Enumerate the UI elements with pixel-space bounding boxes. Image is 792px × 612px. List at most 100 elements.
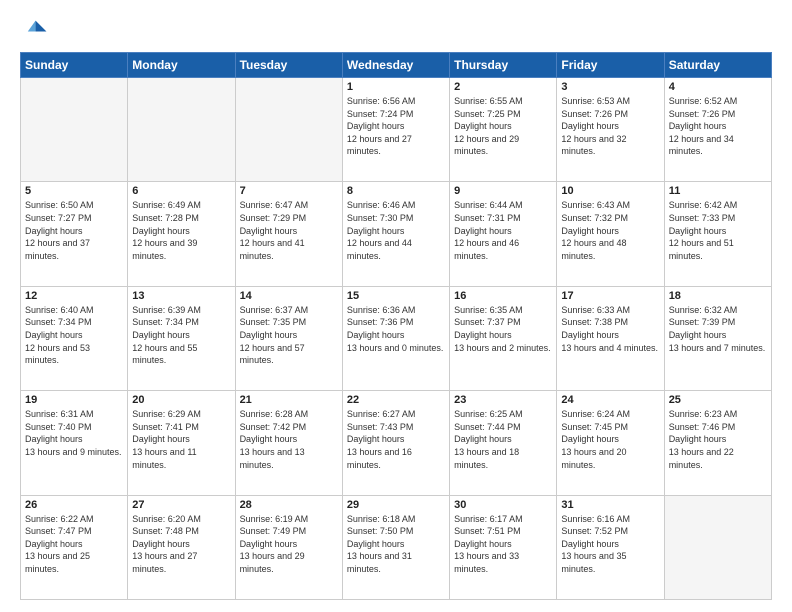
day-cell: 5 Sunrise: 6:50 AMSunset: 7:27 PMDayligh… bbox=[21, 182, 128, 286]
day-info: Sunrise: 6:56 AMSunset: 7:24 PMDaylight … bbox=[347, 95, 445, 158]
day-number: 19 bbox=[25, 394, 123, 406]
day-cell: 14 Sunrise: 6:37 AMSunset: 7:35 PMDaylig… bbox=[235, 286, 342, 390]
day-info: Sunrise: 6:28 AMSunset: 7:42 PMDaylight … bbox=[240, 408, 338, 471]
day-number: 9 bbox=[454, 185, 552, 197]
day-cell: 16 Sunrise: 6:35 AMSunset: 7:37 PMDaylig… bbox=[450, 286, 557, 390]
day-cell: 26 Sunrise: 6:22 AMSunset: 7:47 PMDaylig… bbox=[21, 495, 128, 599]
day-number: 24 bbox=[561, 394, 659, 406]
day-cell bbox=[235, 78, 342, 182]
day-info: Sunrise: 6:16 AMSunset: 7:52 PMDaylight … bbox=[561, 513, 659, 576]
day-number: 15 bbox=[347, 290, 445, 302]
day-cell: 23 Sunrise: 6:25 AMSunset: 7:44 PMDaylig… bbox=[450, 391, 557, 495]
day-info: Sunrise: 6:18 AMSunset: 7:50 PMDaylight … bbox=[347, 513, 445, 576]
day-number: 23 bbox=[454, 394, 552, 406]
day-number: 31 bbox=[561, 499, 659, 511]
day-cell: 15 Sunrise: 6:36 AMSunset: 7:36 PMDaylig… bbox=[342, 286, 449, 390]
week-row-5: 26 Sunrise: 6:22 AMSunset: 7:47 PMDaylig… bbox=[21, 495, 772, 599]
day-info: Sunrise: 6:55 AMSunset: 7:25 PMDaylight … bbox=[454, 95, 552, 158]
day-info: Sunrise: 6:39 AMSunset: 7:34 PMDaylight … bbox=[132, 304, 230, 367]
day-number: 26 bbox=[25, 499, 123, 511]
calendar-table: SundayMondayTuesdayWednesdayThursdayFrid… bbox=[20, 52, 772, 600]
day-info: Sunrise: 6:27 AMSunset: 7:43 PMDaylight … bbox=[347, 408, 445, 471]
day-number: 29 bbox=[347, 499, 445, 511]
page: SundayMondayTuesdayWednesdayThursdayFrid… bbox=[0, 0, 792, 612]
header bbox=[20, 16, 772, 44]
day-cell: 25 Sunrise: 6:23 AMSunset: 7:46 PMDaylig… bbox=[664, 391, 771, 495]
logo-icon bbox=[20, 16, 48, 44]
day-info: Sunrise: 6:47 AMSunset: 7:29 PMDaylight … bbox=[240, 199, 338, 262]
day-info: Sunrise: 6:35 AMSunset: 7:37 PMDaylight … bbox=[454, 304, 552, 354]
day-info: Sunrise: 6:25 AMSunset: 7:44 PMDaylight … bbox=[454, 408, 552, 471]
day-cell: 31 Sunrise: 6:16 AMSunset: 7:52 PMDaylig… bbox=[557, 495, 664, 599]
day-cell: 13 Sunrise: 6:39 AMSunset: 7:34 PMDaylig… bbox=[128, 286, 235, 390]
day-cell: 24 Sunrise: 6:24 AMSunset: 7:45 PMDaylig… bbox=[557, 391, 664, 495]
day-info: Sunrise: 6:33 AMSunset: 7:38 PMDaylight … bbox=[561, 304, 659, 354]
day-cell: 7 Sunrise: 6:47 AMSunset: 7:29 PMDayligh… bbox=[235, 182, 342, 286]
day-info: Sunrise: 6:36 AMSunset: 7:36 PMDaylight … bbox=[347, 304, 445, 354]
day-number: 28 bbox=[240, 499, 338, 511]
day-number: 22 bbox=[347, 394, 445, 406]
day-cell: 6 Sunrise: 6:49 AMSunset: 7:28 PMDayligh… bbox=[128, 182, 235, 286]
day-number: 10 bbox=[561, 185, 659, 197]
day-info: Sunrise: 6:42 AMSunset: 7:33 PMDaylight … bbox=[669, 199, 767, 262]
day-info: Sunrise: 6:40 AMSunset: 7:34 PMDaylight … bbox=[25, 304, 123, 367]
day-number: 16 bbox=[454, 290, 552, 302]
day-cell: 1 Sunrise: 6:56 AMSunset: 7:24 PMDayligh… bbox=[342, 78, 449, 182]
day-cell: 17 Sunrise: 6:33 AMSunset: 7:38 PMDaylig… bbox=[557, 286, 664, 390]
day-number: 18 bbox=[669, 290, 767, 302]
day-cell: 22 Sunrise: 6:27 AMSunset: 7:43 PMDaylig… bbox=[342, 391, 449, 495]
day-cell bbox=[664, 495, 771, 599]
day-number: 12 bbox=[25, 290, 123, 302]
day-info: Sunrise: 6:23 AMSunset: 7:46 PMDaylight … bbox=[669, 408, 767, 471]
day-cell: 11 Sunrise: 6:42 AMSunset: 7:33 PMDaylig… bbox=[664, 182, 771, 286]
week-row-3: 12 Sunrise: 6:40 AMSunset: 7:34 PMDaylig… bbox=[21, 286, 772, 390]
day-info: Sunrise: 6:50 AMSunset: 7:27 PMDaylight … bbox=[25, 199, 123, 262]
day-cell: 29 Sunrise: 6:18 AMSunset: 7:50 PMDaylig… bbox=[342, 495, 449, 599]
day-cell: 30 Sunrise: 6:17 AMSunset: 7:51 PMDaylig… bbox=[450, 495, 557, 599]
day-info: Sunrise: 6:37 AMSunset: 7:35 PMDaylight … bbox=[240, 304, 338, 367]
day-number: 25 bbox=[669, 394, 767, 406]
day-cell: 19 Sunrise: 6:31 AMSunset: 7:40 PMDaylig… bbox=[21, 391, 128, 495]
day-number: 30 bbox=[454, 499, 552, 511]
day-number: 5 bbox=[25, 185, 123, 197]
weekday-header-sunday: Sunday bbox=[21, 53, 128, 78]
weekday-header-tuesday: Tuesday bbox=[235, 53, 342, 78]
day-number: 11 bbox=[669, 185, 767, 197]
day-info: Sunrise: 6:19 AMSunset: 7:49 PMDaylight … bbox=[240, 513, 338, 576]
day-cell: 28 Sunrise: 6:19 AMSunset: 7:49 PMDaylig… bbox=[235, 495, 342, 599]
day-cell: 18 Sunrise: 6:32 AMSunset: 7:39 PMDaylig… bbox=[664, 286, 771, 390]
day-number: 1 bbox=[347, 81, 445, 93]
day-info: Sunrise: 6:52 AMSunset: 7:26 PMDaylight … bbox=[669, 95, 767, 158]
day-info: Sunrise: 6:29 AMSunset: 7:41 PMDaylight … bbox=[132, 408, 230, 471]
weekday-header-saturday: Saturday bbox=[664, 53, 771, 78]
day-cell: 2 Sunrise: 6:55 AMSunset: 7:25 PMDayligh… bbox=[450, 78, 557, 182]
day-number: 7 bbox=[240, 185, 338, 197]
day-number: 20 bbox=[132, 394, 230, 406]
day-cell bbox=[128, 78, 235, 182]
day-cell: 8 Sunrise: 6:46 AMSunset: 7:30 PMDayligh… bbox=[342, 182, 449, 286]
day-info: Sunrise: 6:22 AMSunset: 7:47 PMDaylight … bbox=[25, 513, 123, 576]
day-number: 6 bbox=[132, 185, 230, 197]
weekday-header-wednesday: Wednesday bbox=[342, 53, 449, 78]
day-info: Sunrise: 6:32 AMSunset: 7:39 PMDaylight … bbox=[669, 304, 767, 354]
day-info: Sunrise: 6:24 AMSunset: 7:45 PMDaylight … bbox=[561, 408, 659, 471]
day-cell: 27 Sunrise: 6:20 AMSunset: 7:48 PMDaylig… bbox=[128, 495, 235, 599]
day-cell: 20 Sunrise: 6:29 AMSunset: 7:41 PMDaylig… bbox=[128, 391, 235, 495]
day-number: 3 bbox=[561, 81, 659, 93]
logo bbox=[20, 16, 52, 44]
day-number: 17 bbox=[561, 290, 659, 302]
day-cell bbox=[21, 78, 128, 182]
day-info: Sunrise: 6:43 AMSunset: 7:32 PMDaylight … bbox=[561, 199, 659, 262]
day-info: Sunrise: 6:46 AMSunset: 7:30 PMDaylight … bbox=[347, 199, 445, 262]
weekday-header-monday: Monday bbox=[128, 53, 235, 78]
day-cell: 21 Sunrise: 6:28 AMSunset: 7:42 PMDaylig… bbox=[235, 391, 342, 495]
day-info: Sunrise: 6:44 AMSunset: 7:31 PMDaylight … bbox=[454, 199, 552, 262]
day-number: 2 bbox=[454, 81, 552, 93]
weekday-header-row: SundayMondayTuesdayWednesdayThursdayFrid… bbox=[21, 53, 772, 78]
day-cell: 12 Sunrise: 6:40 AMSunset: 7:34 PMDaylig… bbox=[21, 286, 128, 390]
weekday-header-friday: Friday bbox=[557, 53, 664, 78]
day-info: Sunrise: 6:49 AMSunset: 7:28 PMDaylight … bbox=[132, 199, 230, 262]
day-info: Sunrise: 6:31 AMSunset: 7:40 PMDaylight … bbox=[25, 408, 123, 458]
day-info: Sunrise: 6:20 AMSunset: 7:48 PMDaylight … bbox=[132, 513, 230, 576]
day-number: 27 bbox=[132, 499, 230, 511]
